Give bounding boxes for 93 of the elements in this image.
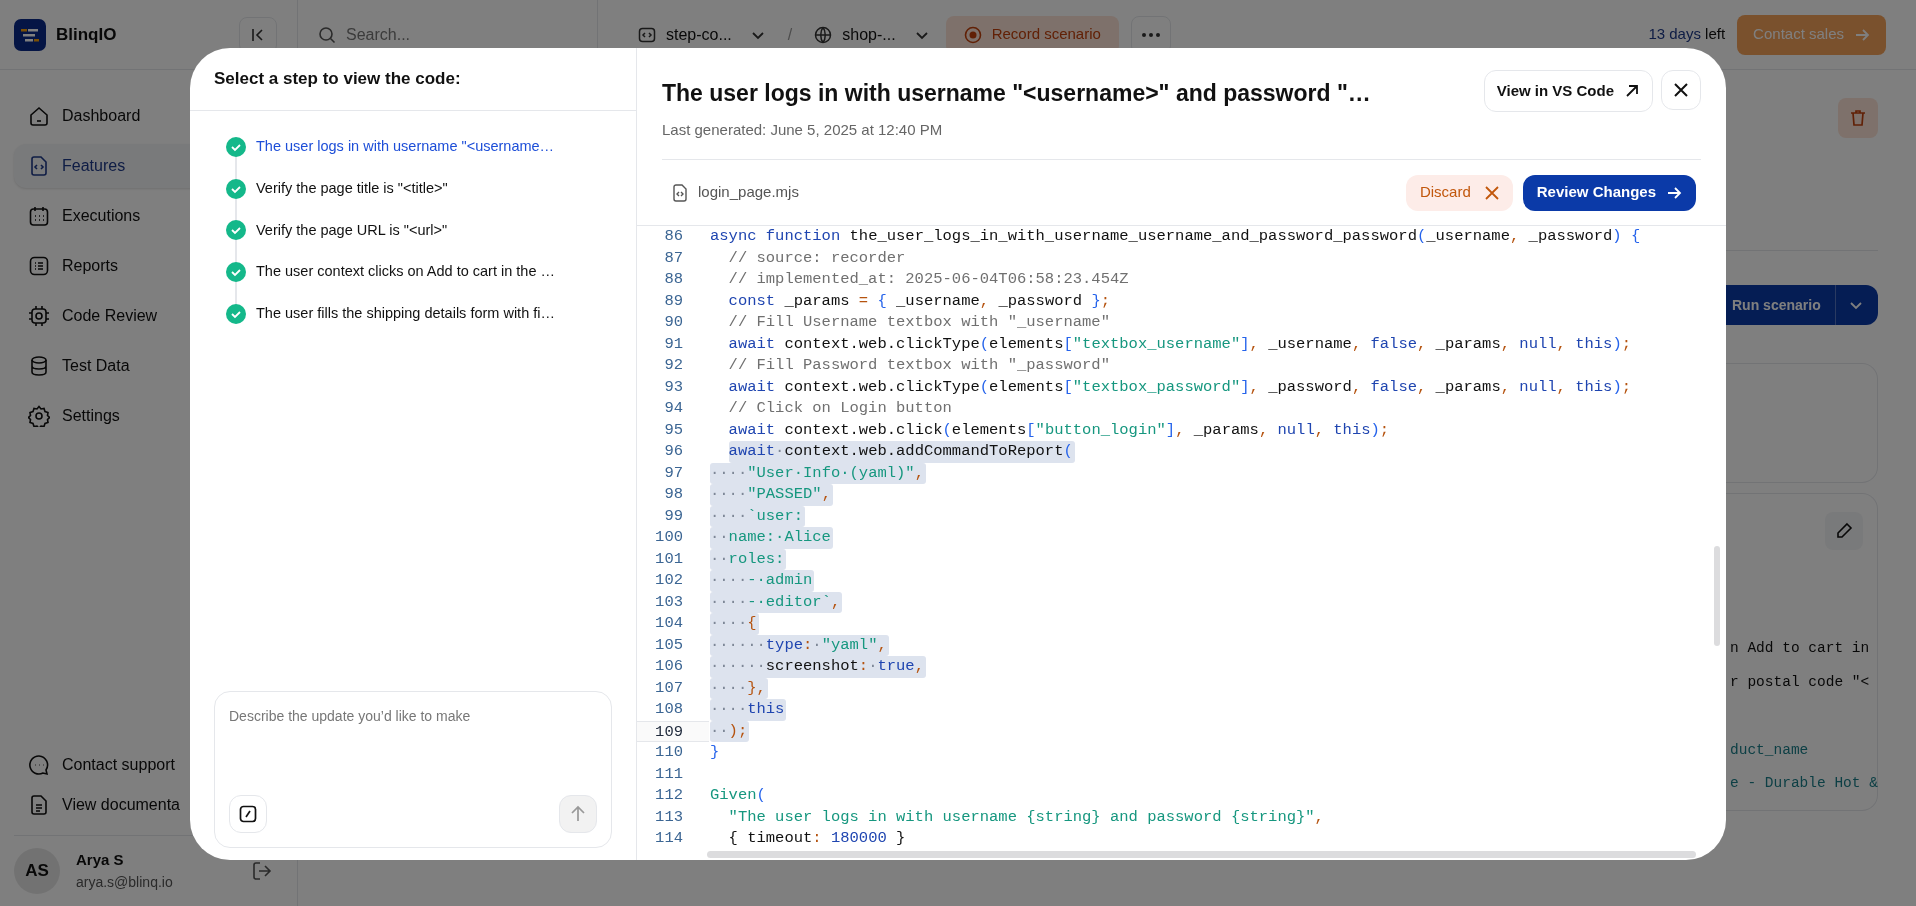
line-number: 92 [663,355,684,376]
check-circle-icon [226,178,246,199]
close-button[interactable] [1661,70,1701,110]
code-text: r postal code "< [1730,672,1870,692]
line-number: 107 [654,677,684,699]
pencil-icon [1835,522,1853,540]
line-number: 91 [663,333,684,355]
breadcrumb-dropdown[interactable]: step-co... [638,22,766,47]
line-number: 113 [654,806,684,828]
line-number: 114 [654,828,684,849]
globe-icon [814,25,833,44]
review-changes-button[interactable]: Review Changes [1522,174,1696,211]
document-icon [28,794,50,816]
discard-button[interactable]: Discard [1405,174,1513,211]
line-number: 109 [637,720,709,742]
line-number: 88 [663,269,684,290]
logout-icon[interactable] [251,860,273,882]
code-file-icon [28,155,50,177]
line-number: 111 [654,763,684,785]
home-icon [28,105,50,127]
search-icon [318,25,336,44]
search-field[interactable]: Search... [346,22,546,47]
line-number: 98 [663,484,684,505]
code-text: duct_name [1730,740,1809,760]
vertical-scrollbar[interactable] [1714,546,1720,646]
check-circle-icon [226,262,246,283]
record-icon [963,25,982,44]
arrow-right-icon [1854,26,1870,43]
nav-item[interactable]: Settings [14,394,283,438]
trial-days-left: 13 days left [1648,24,1726,45]
close-icon [1484,185,1499,200]
user-avatar: AS [14,848,60,894]
line-number: 95 [663,419,684,441]
line-number: 99 [663,505,684,527]
slash-command-icon [239,805,257,823]
line-number: 103 [654,591,684,613]
line-number: 89 [663,290,684,312]
code-text: n Add to cart in [1730,639,1870,658]
line-number: 102 [654,570,684,591]
brand-name: BlinqIO [56,23,117,46]
line-number: 90 [663,312,684,333]
check-circle-icon [226,220,246,241]
settings-icon [28,405,50,427]
steps-heading: Select a step to view the code: [214,68,461,91]
line-number: 86 [663,226,684,247]
trash-icon [1848,108,1868,128]
file-name: login_page.mjs [698,182,799,203]
up-arrow-icon [569,805,587,823]
line-number: 87 [663,247,684,269]
user-email: arya.s@blinq.io [76,872,173,892]
folder-code-icon [638,25,656,44]
line-number: 112 [654,785,684,806]
line-number: 94 [663,398,684,419]
line-number: 110 [654,742,684,763]
line-number: 104 [654,613,684,634]
line-number: 108 [654,699,684,720]
more-icon [1141,32,1160,37]
logo-icon [14,18,46,51]
line-number: 105 [654,634,684,656]
horizontal-scrollbar[interactable] [707,851,1696,858]
arrow-right-icon [1666,184,1682,201]
last-generated-text: Last generated: June 5, 2025 at 12:40 PM [662,119,944,140]
line-number: 96 [663,441,684,462]
breadcrumb-separator: / [786,24,794,45]
code-file-icon [672,183,688,202]
step-item[interactable]: The user context clicks on Add to cart in the … [256,261,555,283]
line-number: 101 [654,548,684,570]
external-link-arrow-icon [1624,83,1640,99]
database-icon [28,355,50,377]
check-circle-icon [226,303,246,324]
chat-bubble-icon [28,754,50,776]
delete-button[interactable] [1838,98,1878,138]
dialog-title: The user logs in with username "<username>" and password "… [662,79,1371,108]
calendar-icon [28,205,50,227]
line-number: 100 [654,527,684,548]
line-number: 93 [663,376,684,398]
line-number: 106 [654,656,684,677]
nav-item[interactable]: Dashboard [14,94,283,138]
list-icon [28,255,50,277]
chip-icon [28,305,50,327]
code-text: e - Durable Hot & [1730,774,1878,794]
command-button[interactable] [229,795,267,833]
step-item[interactable]: The user fills the shipping details form with fi… [256,303,555,325]
line-number: 97 [663,462,684,484]
step-item[interactable]: Verify the page URL is "<url>" [256,219,448,242]
breadcrumb-dropdown[interactable]: shop-... [814,22,930,47]
close-icon [1673,82,1689,98]
check-circle-icon [226,136,246,157]
edit-button[interactable] [1825,512,1863,550]
view-in-vs-code-button[interactable]: View in VS Code [1483,70,1653,112]
prompt-panel[interactable]: Describe the update you’d like to make [214,691,612,848]
nav-item[interactable]: Test Data [14,344,283,388]
user-name: Arya S [76,850,125,871]
